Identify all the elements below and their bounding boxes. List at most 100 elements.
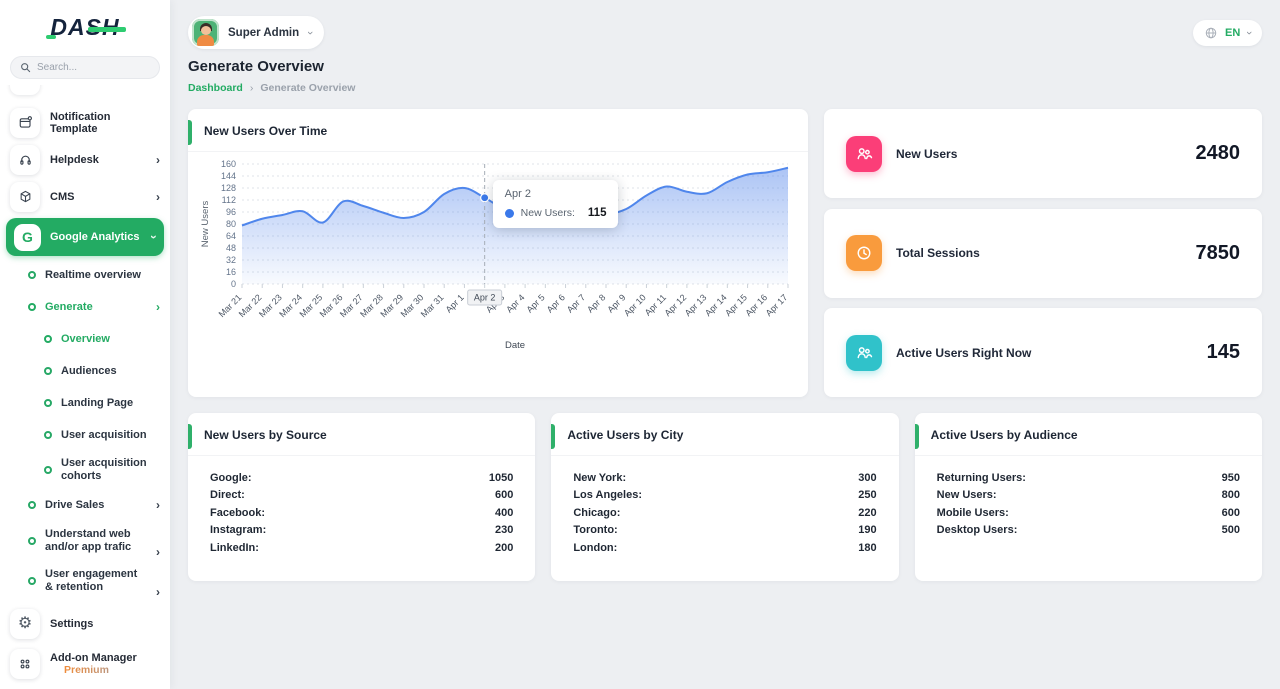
- bullet-icon: [44, 399, 52, 407]
- table-row: New Users:800: [937, 487, 1240, 505]
- sidebar-item-landing-page[interactable]: Landing Page: [0, 387, 170, 419]
- table-row: Google:1050: [210, 469, 513, 487]
- topbar: Super Admin › EN ›: [188, 0, 1262, 49]
- globe-icon: [1204, 26, 1218, 40]
- chevron-right-icon: ›: [156, 545, 160, 559]
- svg-text:64: 64: [226, 231, 236, 241]
- svg-text:Apr 4: Apr 4: [504, 292, 526, 314]
- new-users-by-source-card: New Users by Source Google:1050 Direct:6…: [188, 413, 535, 581]
- svg-text:Apr 6: Apr 6: [545, 292, 567, 314]
- active-users-by-audience-card: Active Users by Audience Returning Users…: [915, 413, 1262, 581]
- active-users-by-city-card: Active Users by City New York:300 Los An…: [551, 413, 898, 581]
- card-accent-bar: [188, 424, 192, 449]
- users-icon: [846, 335, 882, 371]
- chevron-right-icon: ›: [156, 498, 160, 512]
- bullet-icon: [44, 367, 52, 375]
- chevron-right-icon: ›: [156, 190, 160, 204]
- logo-accent-bar: [88, 27, 126, 32]
- card-accent-bar: [915, 424, 919, 449]
- sidebar-item-user-engagement-retention[interactable]: User engagement & retention ›: [0, 561, 170, 601]
- search-icon: [20, 62, 31, 73]
- stat-value: 145: [1207, 341, 1240, 364]
- bullet-icon: [44, 335, 52, 343]
- table-row: Desktop Users:500: [937, 522, 1240, 540]
- svg-text:80: 80: [226, 219, 236, 229]
- bullet-icon: [44, 431, 52, 439]
- sidebar-item-addon-manager[interactable]: Add-on Manager Premium: [0, 642, 170, 686]
- svg-text:Apr 17: Apr 17: [764, 292, 790, 318]
- logo-accent-bar-small: [46, 35, 56, 39]
- sidebar-item-overview[interactable]: Overview: [0, 323, 170, 355]
- svg-text:Apr 8: Apr 8: [585, 292, 607, 314]
- sidebar-item-drive-sales[interactable]: Drive Sales ›: [0, 489, 170, 521]
- sidebar-item-user-acquisition[interactable]: User acquisition: [0, 419, 170, 451]
- breadcrumb-dashboard-link[interactable]: Dashboard: [188, 82, 243, 94]
- svg-text:Apr 1: Apr 1: [444, 292, 466, 314]
- breadcrumb-current: Generate Overview: [260, 82, 355, 94]
- svg-text:Apr 13: Apr 13: [683, 292, 709, 318]
- svg-text:Date: Date: [505, 340, 525, 351]
- chevron-right-icon: ›: [156, 85, 160, 87]
- app-logo: DASH: [0, 0, 170, 46]
- svg-text:Apr 10: Apr 10: [622, 292, 648, 318]
- svg-text:16: 16: [226, 267, 236, 277]
- chevron-down-icon: ›: [1247, 27, 1251, 39]
- sidebar-item-cms[interactable]: CMS ›: [0, 178, 170, 215]
- sidebar-search[interactable]: [10, 56, 160, 79]
- sidebar-item-understand-web-traffic[interactable]: Understand web and/or app trafic ›: [0, 521, 170, 561]
- series-dot-icon: [505, 209, 514, 218]
- summary-row: New Users by Source Google:1050 Direct:6…: [188, 413, 1262, 581]
- table-row: Returning Users:950: [937, 469, 1240, 487]
- bullet-icon: [28, 271, 36, 279]
- cms-icon: [10, 182, 40, 212]
- card-accent-bar: [551, 424, 555, 449]
- sidebar-item-notification-template[interactable]: Notification Template: [0, 104, 170, 141]
- breadcrumb-separator: ›: [250, 82, 254, 94]
- stats-column: New Users 2480 Total Sessions 7850 Activ…: [824, 109, 1262, 397]
- table-row: Instagram:230: [210, 522, 513, 540]
- search-input[interactable]: [37, 62, 147, 73]
- table-row: LinkedIn:200: [210, 539, 513, 557]
- svg-text:32: 32: [226, 255, 236, 265]
- addon-manager-icon: [10, 649, 40, 679]
- stat-value: 2480: [1196, 142, 1241, 165]
- breadcrumb: Dashboard › Generate Overview: [188, 82, 1262, 94]
- table-row: New York:300: [573, 469, 876, 487]
- language-selector[interactable]: EN ›: [1193, 20, 1262, 46]
- chevron-right-icon: ›: [156, 585, 160, 599]
- bullet-icon: [28, 501, 36, 509]
- sidebar-item-label: Helpdesk: [50, 154, 99, 166]
- svg-text:Apr 15: Apr 15: [723, 292, 749, 318]
- svg-text:48: 48: [226, 243, 236, 253]
- svg-text:0: 0: [231, 279, 236, 289]
- page-title: Generate Overview: [188, 58, 1262, 75]
- sidebar-item-user-acquisition-cohorts[interactable]: User acquisition cohorts: [0, 451, 170, 489]
- user-menu[interactable]: Super Admin ›: [188, 16, 324, 49]
- stat-card-active-users: Active Users Right Now 145: [824, 308, 1262, 397]
- sidebar-item-audiences[interactable]: Audiences: [0, 355, 170, 387]
- sidebar-item-settings[interactable]: ⚙ Settings: [0, 605, 170, 642]
- sidebar-item-label: CMS: [50, 191, 74, 203]
- new-users-over-time-card: New Users Over Time 01632486480961121281…: [188, 109, 808, 397]
- sidebar-item-realtime-overview[interactable]: Realtime overview: [0, 259, 170, 291]
- google-analytics-icon: G: [14, 224, 41, 251]
- sidebar-item-generate[interactable]: Generate ›: [0, 291, 170, 323]
- svg-text:96: 96: [226, 207, 236, 217]
- clock-icon: [846, 235, 882, 271]
- helpdesk-icon: [10, 145, 40, 175]
- svg-text:Apr 16: Apr 16: [743, 292, 769, 318]
- stat-card-total-sessions: Total Sessions 7850: [824, 209, 1262, 298]
- chart-title: New Users Over Time: [204, 124, 327, 138]
- sidebar-item-google-analytics[interactable]: G Google Analytics ›: [6, 218, 164, 256]
- table-row: Direct:600: [210, 487, 513, 505]
- sidebar-item-helpdesk[interactable]: Helpdesk ›: [0, 141, 170, 178]
- bullet-icon: [44, 466, 52, 474]
- chevron-down-icon: ›: [152, 230, 156, 244]
- avatar: [192, 19, 219, 46]
- svg-text:112: 112: [222, 195, 236, 205]
- user-name: Super Admin: [228, 27, 299, 39]
- svg-text:Apr 7: Apr 7: [565, 292, 587, 314]
- new-users-chart: 0163248648096112128144160Mar 21Mar 22Mar…: [196, 156, 796, 359]
- svg-text:144: 144: [221, 171, 236, 181]
- sidebar-item-clipped[interactable]: ›: [0, 85, 170, 100]
